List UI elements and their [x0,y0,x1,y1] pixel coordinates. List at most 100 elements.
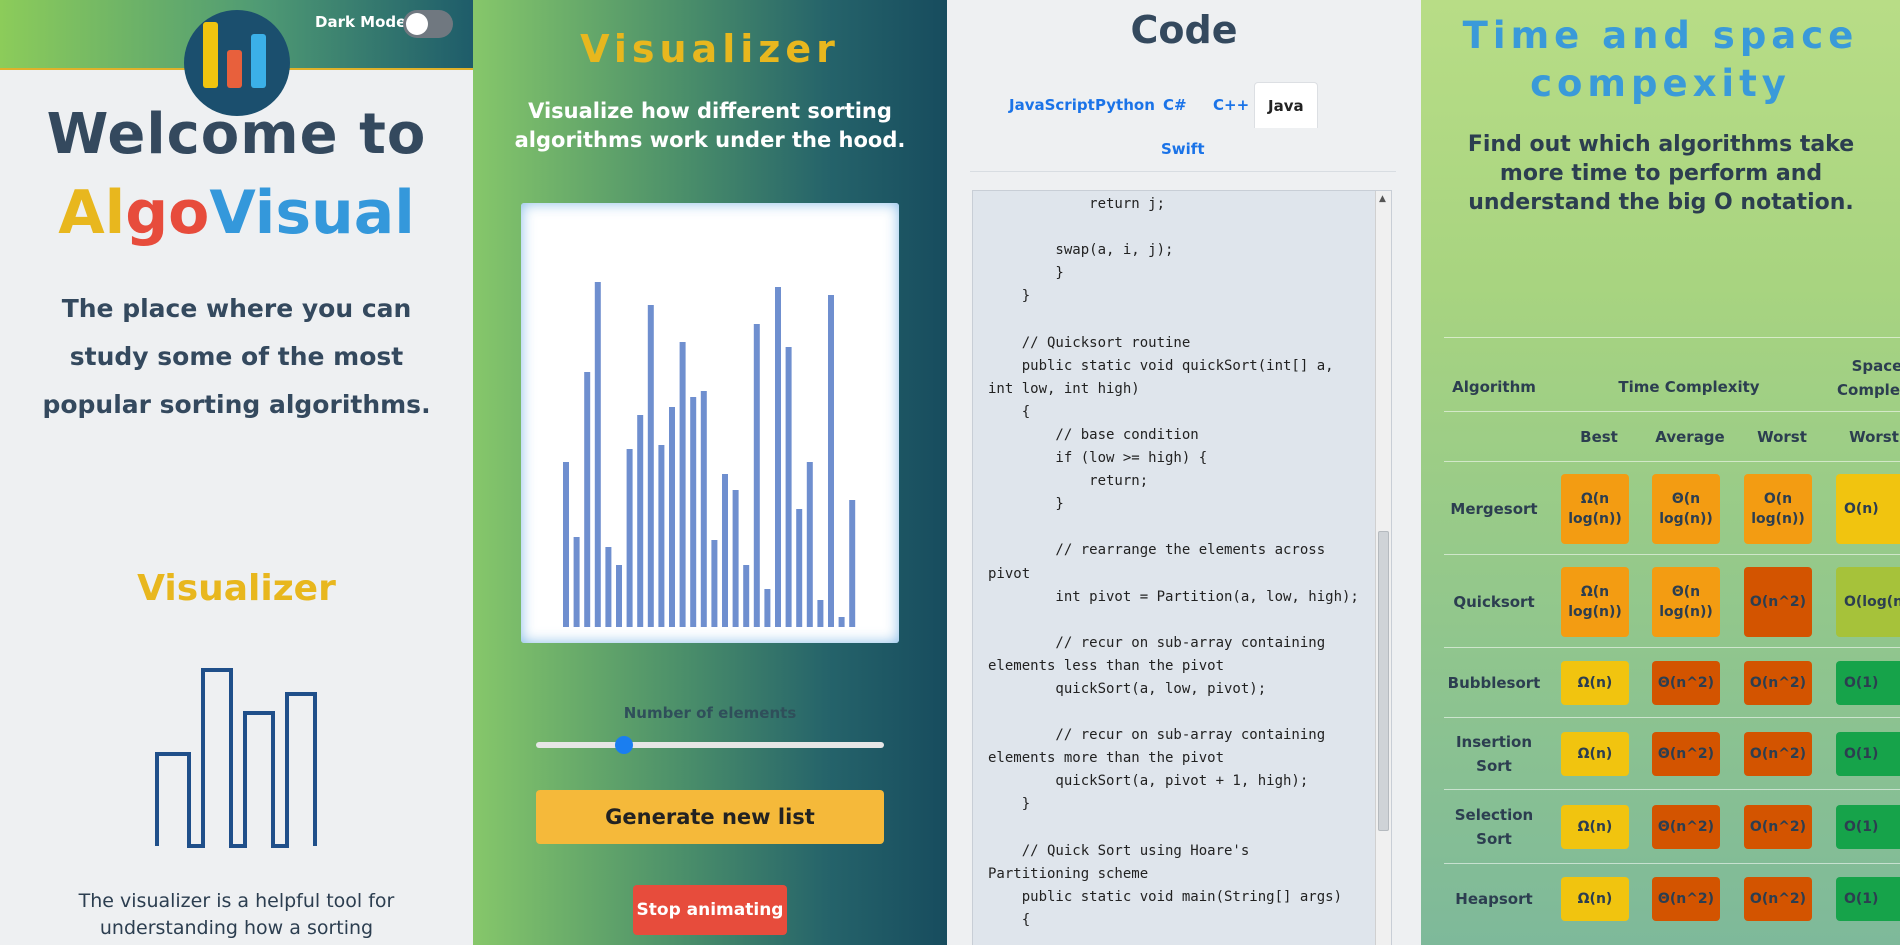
code-title: Code [1130,8,1238,52]
bar-chart-icon [155,668,317,848]
header-space-complexity: Space Complexity [1837,357,1900,399]
toggle-knob [406,13,428,35]
algorithm-name: Mergesort [1450,499,1538,518]
array-bar [594,282,601,627]
stop-animating-button[interactable]: Stop animating [633,885,787,935]
array-bar [711,540,718,627]
code-scrollbar[interactable]: ▲ [1375,191,1391,945]
complexity-badge-worst: O(n^2) [1744,732,1812,776]
logo-bar-blue [251,34,266,88]
array-bar [690,397,697,627]
scroll-up-icon[interactable]: ▲ [1379,194,1386,204]
array-bar [584,372,591,627]
tab-cpp[interactable]: C++ [1200,82,1262,128]
array-bar [828,295,834,627]
complexity-badge-worst: O(n^2) [1744,877,1812,921]
code-block[interactable]: return j; swap(a, i, j); } } // Quicksor… [972,190,1392,945]
algorithm-name: Bubblesort [1447,674,1541,692]
home-panel: Dark Mode Welcome to AlgoVisual The plac… [0,0,473,945]
complexity-badge-average: Θ(n log(n)) [1652,566,1720,637]
array-bar [775,287,781,627]
table-subheader-row: Best Average Worst Worst [1444,411,1900,461]
complexity-badge-worst: O(n^2) [1744,805,1812,849]
logo-bar-red [227,50,242,88]
brand-al: Al [58,178,126,248]
header-best: Best [1580,428,1618,446]
header-algorithm: Algorithm [1452,378,1536,396]
complexity-badge-best: Ω(n) [1561,877,1629,921]
table-header-row: Algorithm Time Complexity Space Complexi… [1444,337,1900,411]
complexity-badge-space: O(1) [1836,732,1900,776]
logo-bar-yellow [203,22,218,88]
array-bar [616,565,622,627]
complexity-title: Time and space compexity [1462,14,1859,105]
dark-mode-toggle[interactable] [403,10,453,38]
brand-title: AlgoVisual [0,178,473,248]
number-of-elements-label: Number of elements [623,704,797,722]
header-average: Average [1655,428,1725,446]
complexity-badge-worst: O(n log(n)) [1744,473,1812,544]
table-row: Insertion Sort Ω(n) Θ(n^2) O(n^2) O(1) [1444,717,1900,789]
array-bar [796,509,803,627]
table-row: Quicksort Ω(n log(n)) Θ(n log(n)) O(n^2) O(l… [1444,554,1900,647]
algorithm-name: Heapsort [1455,890,1533,908]
complexity-badge-average: Θ(n^2) [1652,732,1720,776]
array-bar [626,449,633,627]
visualizer-subtitle: Visualize how different sorting algorith… [514,99,906,152]
code-panel: Code JavaScript Python C# C++ Java Swift… [947,0,1421,945]
sorting-canvas [521,203,899,643]
array-bar [573,537,580,627]
brand-visual: Visual [209,178,415,248]
array-bar [700,391,707,627]
algorithm-name: Insertion Sort [1455,733,1533,775]
welcome-heading: Welcome to [46,102,427,167]
dark-mode-label: Dark Mode [315,13,407,31]
algorithm-name: Selection Sort [1454,806,1534,848]
complexity-panel: Time and space compexity Find out which … [1421,0,1900,945]
generate-new-list-button[interactable]: Generate new list [536,790,884,844]
language-tabs: JavaScript Python C# C++ Java Swift [970,82,1396,172]
complexity-badge-best: Ω(n) [1561,732,1629,776]
algovisual-logo[interactable] [184,10,290,116]
complexity-subtitle: Find out which algorithms take more time… [1467,132,1855,215]
number-of-elements-slider[interactable] [536,736,884,754]
header-worst: Worst [1757,428,1807,446]
complexity-badge-space: O(1) [1836,877,1900,921]
complexity-badge-space: O(1) [1836,661,1900,705]
tab-csharp[interactable]: C# [1150,82,1200,128]
array-bar [838,617,845,627]
complexity-badge-best: Ω(n log(n)) [1561,473,1629,544]
tab-swift[interactable]: Swift [1148,126,1218,172]
visualizer-title: Visualizer [580,27,840,71]
algorithm-name: Quicksort [1453,592,1535,611]
array-bar [722,474,728,627]
array-bar [849,500,856,627]
array-bar [732,490,739,627]
array-bar [637,415,644,627]
complexity-badge-average: Θ(n log(n)) [1652,473,1720,544]
array-bar [679,342,686,627]
array-bar [806,462,813,627]
table-row: Heapsort Ω(n) Θ(n^2) O(n^2) O(1) [1444,863,1900,933]
complexity-badge-best: Ω(n) [1561,661,1629,705]
array-bar [605,547,612,627]
complexity-badge-worst: O(n^2) [1744,661,1812,705]
complexity-badge-space: O(n) [1836,473,1900,544]
array-bar [764,589,771,627]
complexity-badge-space: O(log(n)) [1836,566,1900,637]
array-bar [817,600,824,627]
tab-java[interactable]: Java [1254,82,1318,128]
bars-chart [563,282,856,627]
complexity-badge-average: Θ(n^2) [1652,805,1720,849]
code-text: return j; swap(a, i, j); } } // Quicksor… [988,196,1359,928]
complexity-badge-space: O(1) [1836,805,1900,849]
header-space-worst: Worst [1849,428,1899,446]
array-bar [753,324,760,627]
scrollbar-thumb[interactable] [1378,531,1389,831]
brand-go: go [125,178,210,248]
slider-thumb[interactable] [615,736,634,754]
table-row: Selection Sort Ω(n) Θ(n^2) O(n^2) O(1) [1444,789,1900,863]
table-row: Mergesort Ω(n log(n)) Θ(n log(n)) O(n log(n… [1444,461,1900,554]
tagline: The place where you can study some of th… [42,294,431,419]
array-bar [743,565,750,627]
